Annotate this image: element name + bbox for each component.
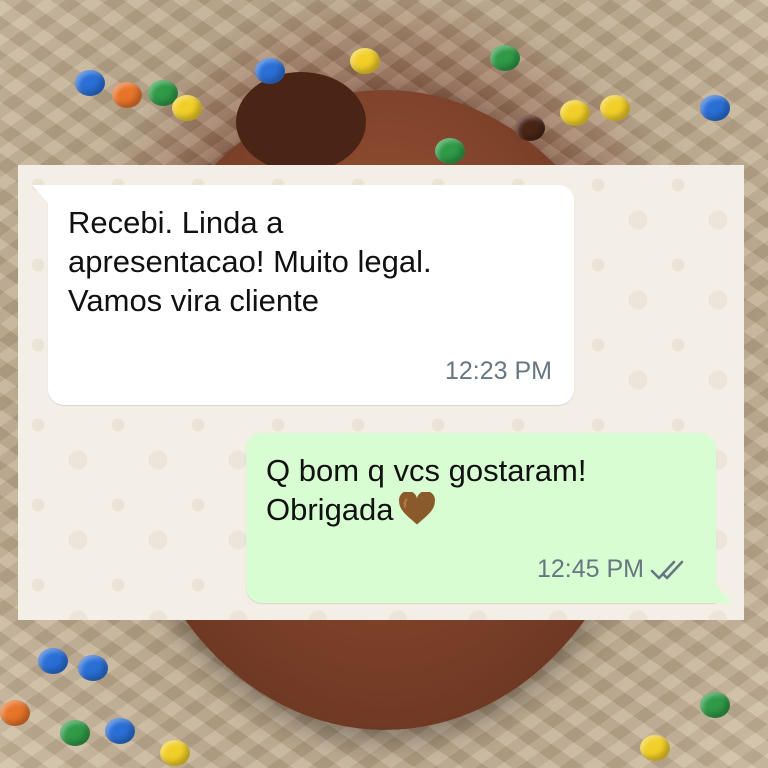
candy	[350, 48, 380, 74]
candy	[560, 100, 590, 126]
candy	[700, 95, 730, 121]
incoming-message-time-row: 12:23 PM	[445, 352, 552, 391]
chat-panel: Recebi. Linda a apresentacao! Muito lega…	[18, 165, 744, 620]
candy	[38, 648, 68, 674]
candy	[75, 70, 105, 96]
candy	[515, 115, 545, 141]
candy	[105, 718, 135, 744]
outgoing-message-bubble[interactable]: Q bom q vcs gostaram! Obrigada 12:45 PM	[246, 433, 732, 603]
candy	[112, 82, 142, 108]
candy	[435, 138, 465, 164]
candy	[490, 45, 520, 71]
candy	[172, 95, 202, 121]
candy	[78, 655, 108, 681]
candy	[700, 692, 730, 718]
candy	[255, 58, 285, 84]
incoming-message-bubble[interactable]: Recebi. Linda a apresentacao! Muito lega…	[32, 185, 574, 405]
candy	[160, 740, 190, 766]
candy	[600, 95, 630, 121]
candy	[60, 720, 90, 746]
outgoing-message-time: 12:45 PM	[536, 555, 644, 583]
brown-heart-icon	[398, 492, 435, 525]
outgoing-message-time-row: 12:45 PM	[537, 550, 694, 589]
candy	[0, 700, 30, 726]
double-check-icon	[650, 560, 684, 579]
candy-truffle	[236, 72, 366, 172]
incoming-message-time: 12:23 PM	[444, 357, 552, 385]
candy	[640, 735, 670, 761]
incoming-message-text: Recebi. Linda a apresentacao! Muito lega…	[68, 205, 432, 318]
outgoing-message-content: Q bom q vcs gostaram! Obrigada	[266, 451, 696, 529]
